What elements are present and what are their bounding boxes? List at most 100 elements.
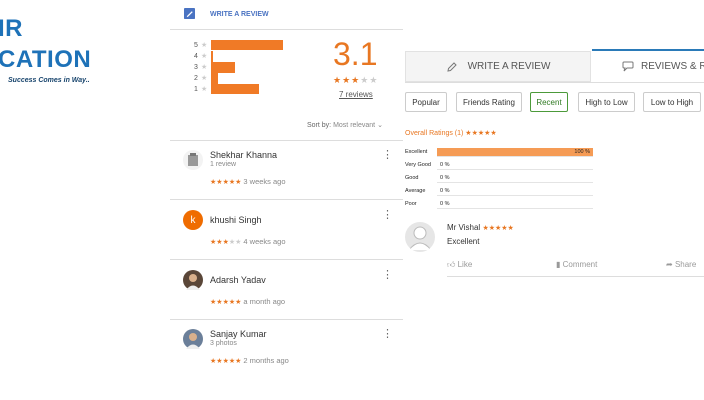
sort-value: Most relevant (333, 122, 376, 129)
breakdown-percent: 100 % (574, 149, 590, 155)
filter-low-to-high[interactable]: Low to High (643, 92, 701, 112)
logo-text-line2: CATION (0, 46, 92, 73)
breakdown-label: Very Good (405, 162, 431, 168)
filter-high-to-low[interactable]: High to Low (578, 92, 635, 112)
histogram-row-4: 4 ★ (194, 51, 207, 61)
breakdown-bar: 100 % (437, 148, 593, 157)
histogram-bar-2 (211, 73, 218, 84)
comment-bubble-icon (622, 61, 634, 72)
histogram-star-number: 2 (194, 74, 198, 82)
share-label: Share (674, 260, 697, 269)
overall-ratings: Overall Ratings (1) ★★★★★ (405, 130, 497, 137)
breakdown-label: Poor (405, 201, 417, 207)
breakdown-label: Good (405, 175, 419, 181)
list-divider (170, 140, 403, 141)
avatar-photo[interactable] (183, 270, 203, 290)
histogram-star-number: 3 (194, 63, 198, 71)
logo-text-line1: IR (0, 15, 23, 42)
like-button[interactable]: 👍︎ Like (447, 260, 472, 270)
breakdown-percent: 0 % (440, 201, 450, 207)
review-divider (447, 276, 704, 277)
breakdown-percent: 0 % (440, 188, 450, 194)
breakdown-label: Excellent (405, 149, 428, 155)
reviewer-name[interactable]: Adarsh Yadav (210, 275, 266, 285)
share-button[interactable]: ➦ Share (666, 260, 696, 269)
histogram-bar-4 (211, 51, 213, 62)
review-count-link[interactable]: 7 reviews (339, 90, 373, 99)
breakdown-label: Average (405, 188, 426, 194)
more-options-icon[interactable]: ⋮ (382, 150, 393, 161)
reviewer-subtitle: 1 review (210, 161, 237, 168)
tab-write-review-label: WRITE A REVIEW (467, 61, 551, 72)
histogram-star-number: 1 (194, 85, 198, 93)
write-review-link[interactable]: WRITE A REVIEW (210, 11, 269, 18)
histogram-star-number: 4 (194, 52, 198, 60)
reviewer-name[interactable]: Shekhar Khanna (210, 150, 277, 160)
breakdown-bar: 0 % (437, 174, 593, 183)
user-avatar-placeholder (405, 222, 435, 252)
edit-pen-icon[interactable] (184, 8, 195, 19)
star-icon: ★ (201, 75, 208, 82)
star-icon: ★ (201, 86, 208, 93)
review-item: k khushi Singh ★★★★★ 4 weeks ago ⋮ (183, 210, 403, 260)
more-options-icon[interactable]: ⋮ (382, 329, 393, 340)
review-tabs: WRITE A REVIEW REVIEWS & R (405, 49, 704, 83)
filter-popular[interactable]: Popular (405, 92, 447, 112)
review-stars: ★★★★★ 2 months ago (210, 356, 289, 365)
review-text: Excellent (447, 237, 480, 246)
breakdown-bar: 0 % (437, 187, 593, 196)
user-silhouette-icon (408, 226, 432, 251)
average-rating-stars: ★★★★★ (333, 75, 379, 85)
review-item: Sanjay Kumar 3 photos ★★★★★ 2 months ago ⋮ (183, 329, 403, 379)
sort-label: Sort by: (307, 122, 332, 129)
more-options-icon[interactable]: ⋮ (382, 270, 393, 281)
filter-recent[interactable]: Recent (530, 92, 568, 112)
review-stars: ★★★★★ 3 weeks ago (210, 177, 286, 186)
comment-button[interactable]: ▮ Comment (556, 260, 597, 269)
histogram-row-1: 1 ★ (194, 84, 207, 94)
review-timestamp: a month ago (243, 297, 286, 306)
star-icon: ★ (201, 53, 208, 60)
review-user-line: Mr Vishal ★★★★★ (447, 223, 514, 232)
avatar-letter[interactable]: k (183, 210, 203, 230)
chevron-down-icon: ⌄ (377, 122, 383, 129)
review-divider (170, 259, 403, 260)
star-icon: ★ (201, 64, 208, 71)
avatar-emblem[interactable] (183, 150, 203, 170)
sort-control[interactable]: Sort by: Most relevant ⌄ (307, 121, 383, 129)
average-rating: 3.1 (333, 36, 378, 72)
tab-reviews[interactable]: REVIEWS & R (592, 49, 704, 82)
breakdown-bar: 0 % (437, 161, 593, 170)
review-timestamp: 3 weeks ago (243, 177, 286, 186)
breakdown-percent: 0 % (440, 175, 450, 181)
avatar-photo[interactable] (183, 329, 203, 349)
tab-write-review[interactable]: WRITE A REVIEW (405, 51, 591, 82)
header-divider (170, 29, 403, 30)
breakdown-percent: 0 % (440, 162, 450, 168)
reviewer-name[interactable]: khushi Singh (210, 215, 262, 225)
reviewer-name[interactable]: Sanjay Kumar (210, 329, 267, 339)
share-arrow-icon: ➦ (666, 260, 673, 269)
histogram-row-3: 3 ★ (194, 62, 207, 72)
histogram-bar-3 (211, 62, 235, 73)
reviewer-subtitle: 3 photos (210, 340, 237, 347)
review-item: Adarsh Yadav ★★★★★ a month ago ⋮ (183, 270, 403, 320)
breakdown-bar: 0 % (437, 200, 593, 209)
review-stars: ★★★★★ a month ago (210, 297, 286, 306)
review-item: Shekhar Khanna 1 review ★★★★★ 3 weeks ago ⋮ (183, 150, 403, 200)
histogram-row-2: 2 ★ (194, 73, 207, 83)
review-stars: ★★★★★ 4 weeks ago (210, 237, 286, 246)
histogram-star-number: 5 (194, 41, 198, 49)
star-icon: ★ (201, 42, 208, 49)
review-divider (170, 319, 403, 320)
pencil-icon (446, 61, 457, 72)
review-divider (170, 199, 403, 200)
tab-reviews-label: REVIEWS & R (641, 61, 704, 72)
more-options-icon[interactable]: ⋮ (382, 210, 393, 221)
filter-friends-rating[interactable]: Friends Rating (456, 92, 522, 112)
review-user-name[interactable]: Mr Vishal (447, 223, 480, 232)
histogram-bar-5 (211, 40, 283, 50)
comment-icon: ▮ (556, 260, 561, 269)
breakdown-bar-fill (437, 148, 593, 156)
review-timestamp: 4 weeks ago (243, 237, 286, 246)
